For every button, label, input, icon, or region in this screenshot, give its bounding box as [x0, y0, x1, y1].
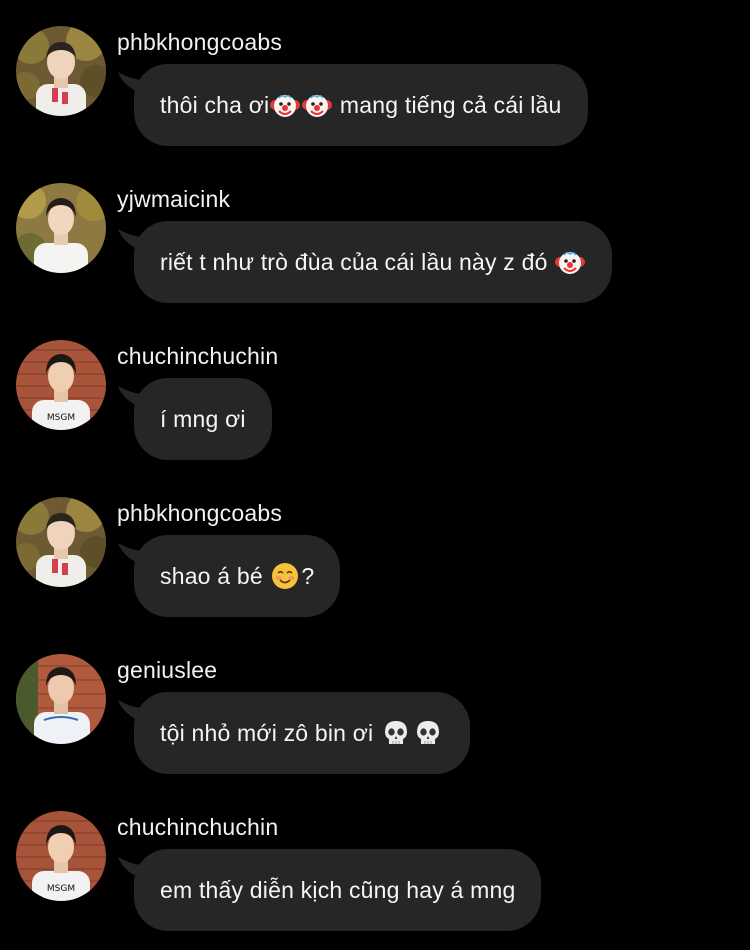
svg-text:MSGM: MSGM [47, 884, 75, 894]
message-text: tội nhỏ mới zô bin ơi [160, 719, 380, 746]
message-item: MSGM chuchinchuchin í mng ơi [0, 314, 750, 471]
avatar-photo-icon: MSGM [16, 811, 106, 901]
chat-thread[interactable]: phbkhongcoabs thôi cha ơi mang tiếng cả … [0, 0, 750, 950]
message-text: shao á bé [160, 562, 270, 589]
message-item: phbkhongcoabs thôi cha ơi mang tiếng cả … [0, 0, 750, 157]
username[interactable]: chuchinchuchin [117, 342, 278, 370]
username[interactable]: chuchinchuchin [117, 813, 278, 841]
username[interactable]: phbkhongcoabs [117, 499, 282, 527]
message-bubble[interactable]: tội nhỏ mới zô bin ơi [134, 692, 470, 774]
avatar-chuchinchuchin[interactable]: MSGM [16, 340, 106, 430]
smiling-face-icon [270, 561, 300, 591]
message-bubble[interactable]: riết t như trò đùa của cái lầu này z đó [134, 221, 613, 303]
message-bubble[interactable]: thôi cha ơi mang tiếng cả cái lầu [134, 64, 588, 146]
message-text: thôi cha ơi [160, 91, 270, 118]
svg-text:MSGM: MSGM [47, 413, 75, 423]
message-item: geniuslee tội nhỏ mới zô bin ơi [0, 628, 750, 785]
avatar-phbkhongcoabs[interactable] [16, 497, 106, 587]
message-item: phbkhongcoabs shao á bé ? [0, 471, 750, 628]
message-text: í mng ơi [160, 405, 246, 432]
message-text: riết t như trò đùa của cái lầu này z đó [160, 248, 555, 275]
message-item: MSGM chuchinchuchin em thấy diễn kịch cũ… [0, 785, 750, 942]
avatar-photo-icon [16, 26, 106, 116]
avatar-photo-icon [16, 654, 106, 744]
avatar-photo-icon: MSGM [16, 340, 106, 430]
avatar-yjwmaicink[interactable] [16, 183, 106, 273]
clown-face-icon [302, 90, 333, 120]
username[interactable]: geniuslee [117, 656, 217, 684]
message-text: em thấy diễn kịch cũng hay á mng [160, 876, 516, 903]
username[interactable]: yjwmaicink [117, 185, 230, 213]
skull-icon [413, 718, 443, 748]
clown-face-icon [270, 90, 301, 120]
avatar-phbkhongcoabs[interactable] [16, 26, 106, 116]
message-bubble[interactable]: í mng ơi [134, 378, 272, 460]
message-text: ? [301, 562, 315, 589]
skull-icon [381, 718, 411, 748]
message-item: yjwmaicink riết t như trò đùa của cái lầ… [0, 157, 750, 314]
clown-face-icon [555, 247, 586, 277]
avatar-photo-icon [16, 497, 106, 587]
message-text: mang tiếng cả cái lầu [333, 91, 562, 118]
username[interactable]: phbkhongcoabs [117, 28, 282, 56]
avatar-chuchinchuchin[interactable]: MSGM [16, 811, 106, 901]
message-bubble[interactable]: shao á bé ? [134, 535, 341, 617]
message-bubble[interactable]: em thấy diễn kịch cũng hay á mng [134, 849, 542, 931]
avatar-geniuslee[interactable] [16, 654, 106, 744]
avatar-photo-icon [16, 183, 106, 273]
